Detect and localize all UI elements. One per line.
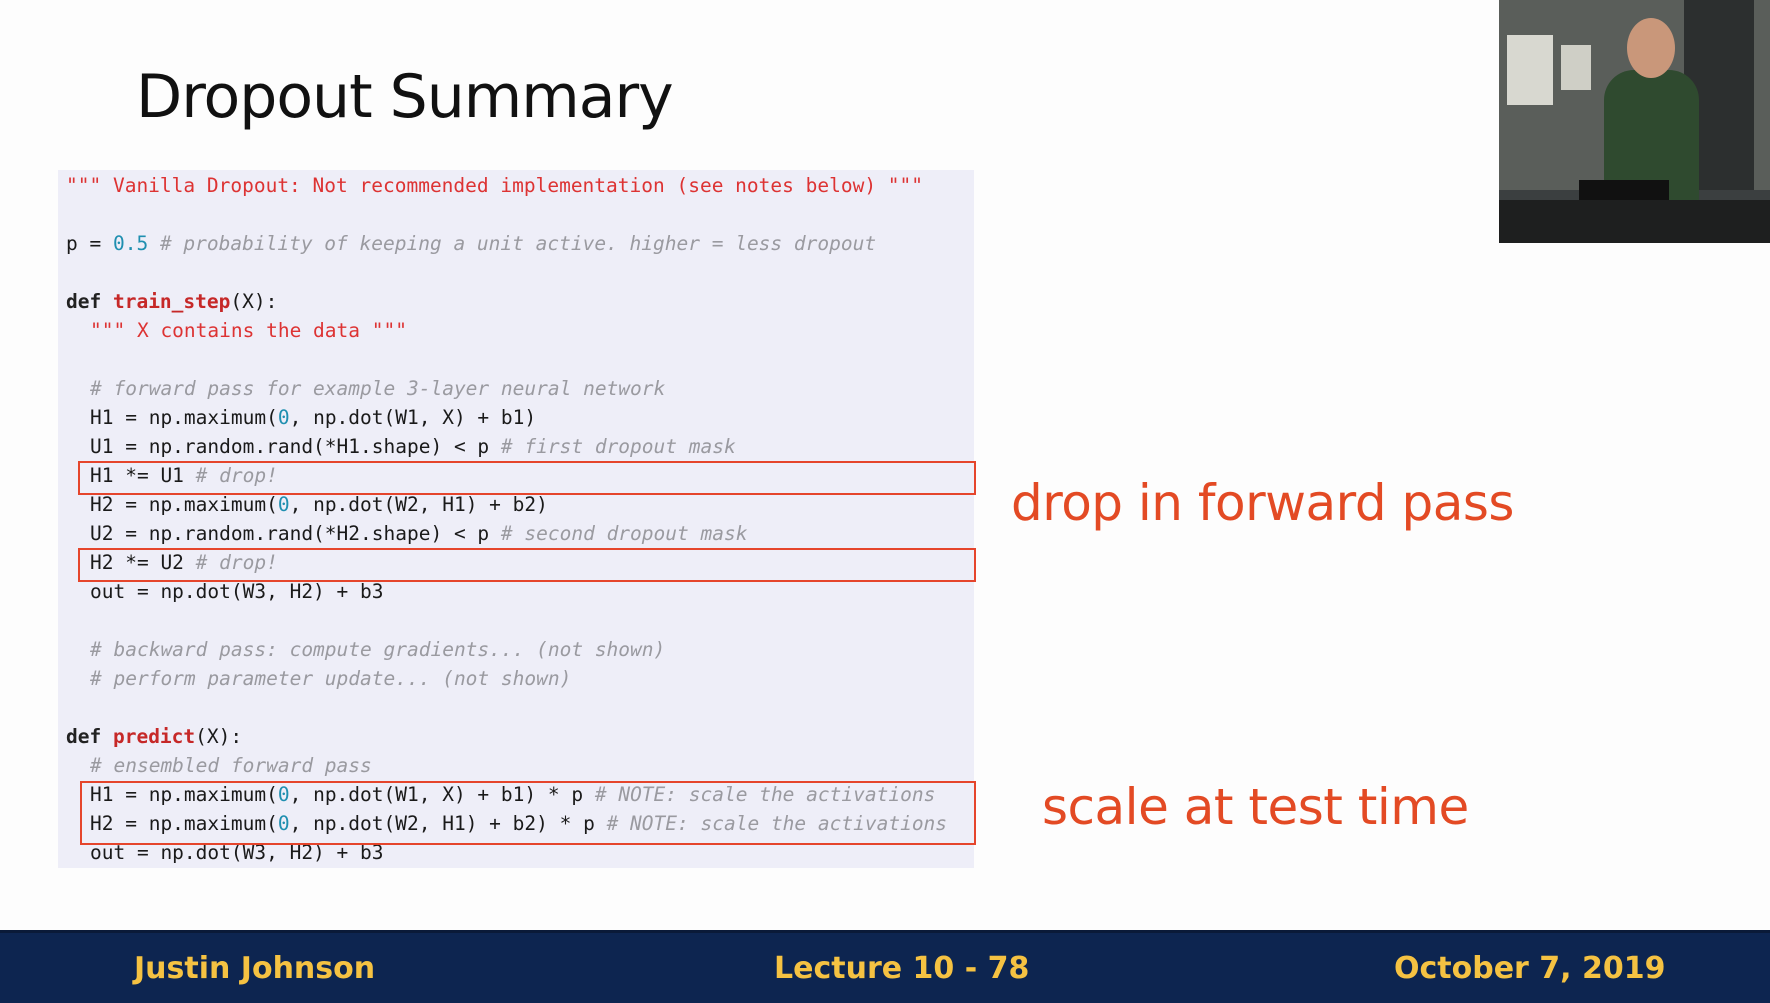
code-line-h1: H1 = np.maximum(0, np.dot(W1, X) + b1)	[90, 406, 537, 429]
code-line-p: p = 0.5 # probability of keeping a unit …	[66, 232, 877, 255]
slide-footer: Justin Johnson Lecture 10 - 78 October 7…	[0, 930, 1770, 1003]
presenter-head	[1627, 18, 1675, 78]
code-line-train-doc: """ X contains the data """	[90, 319, 407, 342]
annotation-test: scale at test time	[1042, 778, 1469, 836]
presenter-webcam-video	[1499, 0, 1770, 243]
code-line-def-train: def train_step(X):	[66, 290, 278, 313]
code-line-h2: H2 = np.maximum(0, np.dot(W2, H1) + b2)	[90, 493, 548, 516]
webcam-board	[1507, 35, 1553, 105]
webcam-board-small	[1561, 45, 1591, 90]
code-line-docstring: """ Vanilla Dropout: Not recommended imp…	[66, 174, 924, 197]
highlight-box-test-scale	[80, 781, 976, 845]
code-line-u1: U1 = np.random.rand(*H1.shape) < p # fir…	[90, 435, 736, 458]
code-line-fwd-comment: # forward pass for example 3-layer neura…	[90, 377, 666, 400]
highlight-box-h1-drop	[78, 461, 976, 495]
code-line-bwd-comment: # backward pass: compute gradients... (n…	[90, 638, 666, 661]
webcam-desk	[1499, 200, 1770, 243]
annotation-forward: drop in forward pass	[1011, 474, 1514, 532]
footer-lecture: Lecture 10 - 78	[774, 951, 1030, 986]
footer-date: October 7, 2019	[1394, 951, 1666, 986]
code-line-out: out = np.dot(W3, H2) + b3	[90, 580, 384, 603]
code-line-upd-comment: # perform parameter update... (not shown…	[90, 667, 572, 690]
code-line-def-predict: def predict(X):	[66, 725, 243, 748]
slide-title: Dropout Summary	[136, 62, 674, 132]
code-block: """ Vanilla Dropout: Not recommended imp…	[58, 170, 974, 868]
code-line-ens-comment: # ensembled forward pass	[90, 754, 372, 777]
highlight-box-h2-drop	[78, 548, 976, 582]
footer-author: Justin Johnson	[134, 951, 376, 986]
code-line-u2: U2 = np.random.rand(*H2.shape) < p # sec…	[90, 522, 748, 545]
